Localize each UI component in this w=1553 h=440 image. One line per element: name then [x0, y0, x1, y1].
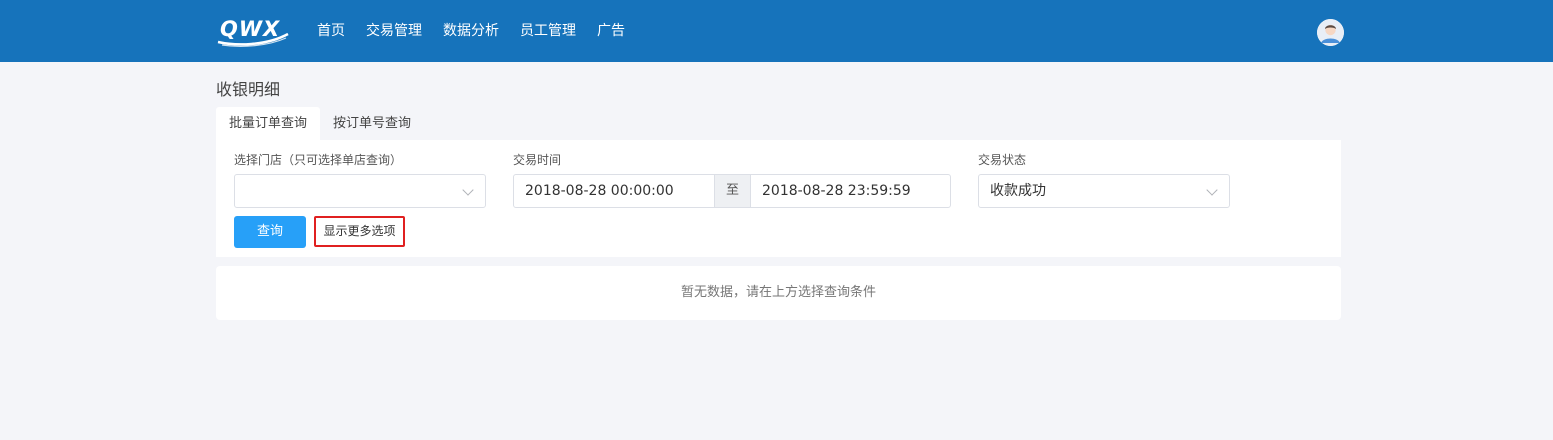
- show-more-options-link[interactable]: 显示更多选项: [314, 216, 405, 247]
- nav-item-ads[interactable]: 广告: [597, 0, 625, 62]
- empty-state-message: 暂无数据，请在上方选择查询条件: [680, 285, 876, 300]
- store-select-label: 选择门店（只可选择单店查询）: [234, 153, 403, 167]
- page-title: 收银明细: [216, 80, 281, 99]
- end-date-input[interactable]: 2018-08-28 23:59:59: [762, 175, 911, 207]
- logo-text: QWX: [220, 17, 281, 41]
- nav-item-home[interactable]: 首页: [317, 0, 345, 62]
- query-button[interactable]: 查询: [234, 216, 306, 248]
- nav-item-transactions[interactable]: 交易管理: [366, 0, 422, 62]
- start-date-input[interactable]: 2018-08-28 00:00:00: [525, 175, 674, 207]
- store-select[interactable]: [234, 174, 486, 208]
- tab-order-number-query[interactable]: 按订单号查询: [320, 107, 424, 140]
- transaction-status-label: 交易状态: [978, 153, 1027, 167]
- main-nav: 首页 交易管理 数据分析 员工管理 广告: [317, 0, 646, 62]
- user-avatar-icon: [1317, 19, 1344, 46]
- date-range-separator: 至: [714, 175, 751, 207]
- transaction-time-label: 交易时间: [513, 153, 562, 167]
- results-panel: 暂无数据，请在上方选择查询条件: [216, 266, 1341, 320]
- qwx-logo[interactable]: QWX: [216, 16, 290, 48]
- transaction-time-range: 2018-08-28 00:00:00 至 2018-08-28 23:59:5…: [513, 174, 951, 208]
- page-scrollbar[interactable]: [1539, 62, 1553, 440]
- nav-item-staff[interactable]: 员工管理: [520, 0, 576, 62]
- filter-panel: 选择门店（只可选择单店查询） 交易时间 2018-08-28 00:00:00 …: [216, 140, 1341, 257]
- nav-item-analytics[interactable]: 数据分析: [443, 0, 499, 62]
- tab-batch-order-query[interactable]: 批量订单查询: [216, 107, 321, 140]
- query-tabs: 批量订单查询 按订单号查询: [216, 107, 424, 140]
- chevron-down-icon: [1206, 184, 1218, 196]
- chevron-down-icon: [462, 184, 474, 196]
- user-avatar[interactable]: [1317, 19, 1344, 46]
- transaction-status-select[interactable]: 收款成功: [978, 174, 1230, 208]
- transaction-status-value: 收款成功: [990, 183, 1046, 199]
- top-navigation-bar: QWX 首页 交易管理 数据分析 员工管理 广告: [0, 0, 1553, 62]
